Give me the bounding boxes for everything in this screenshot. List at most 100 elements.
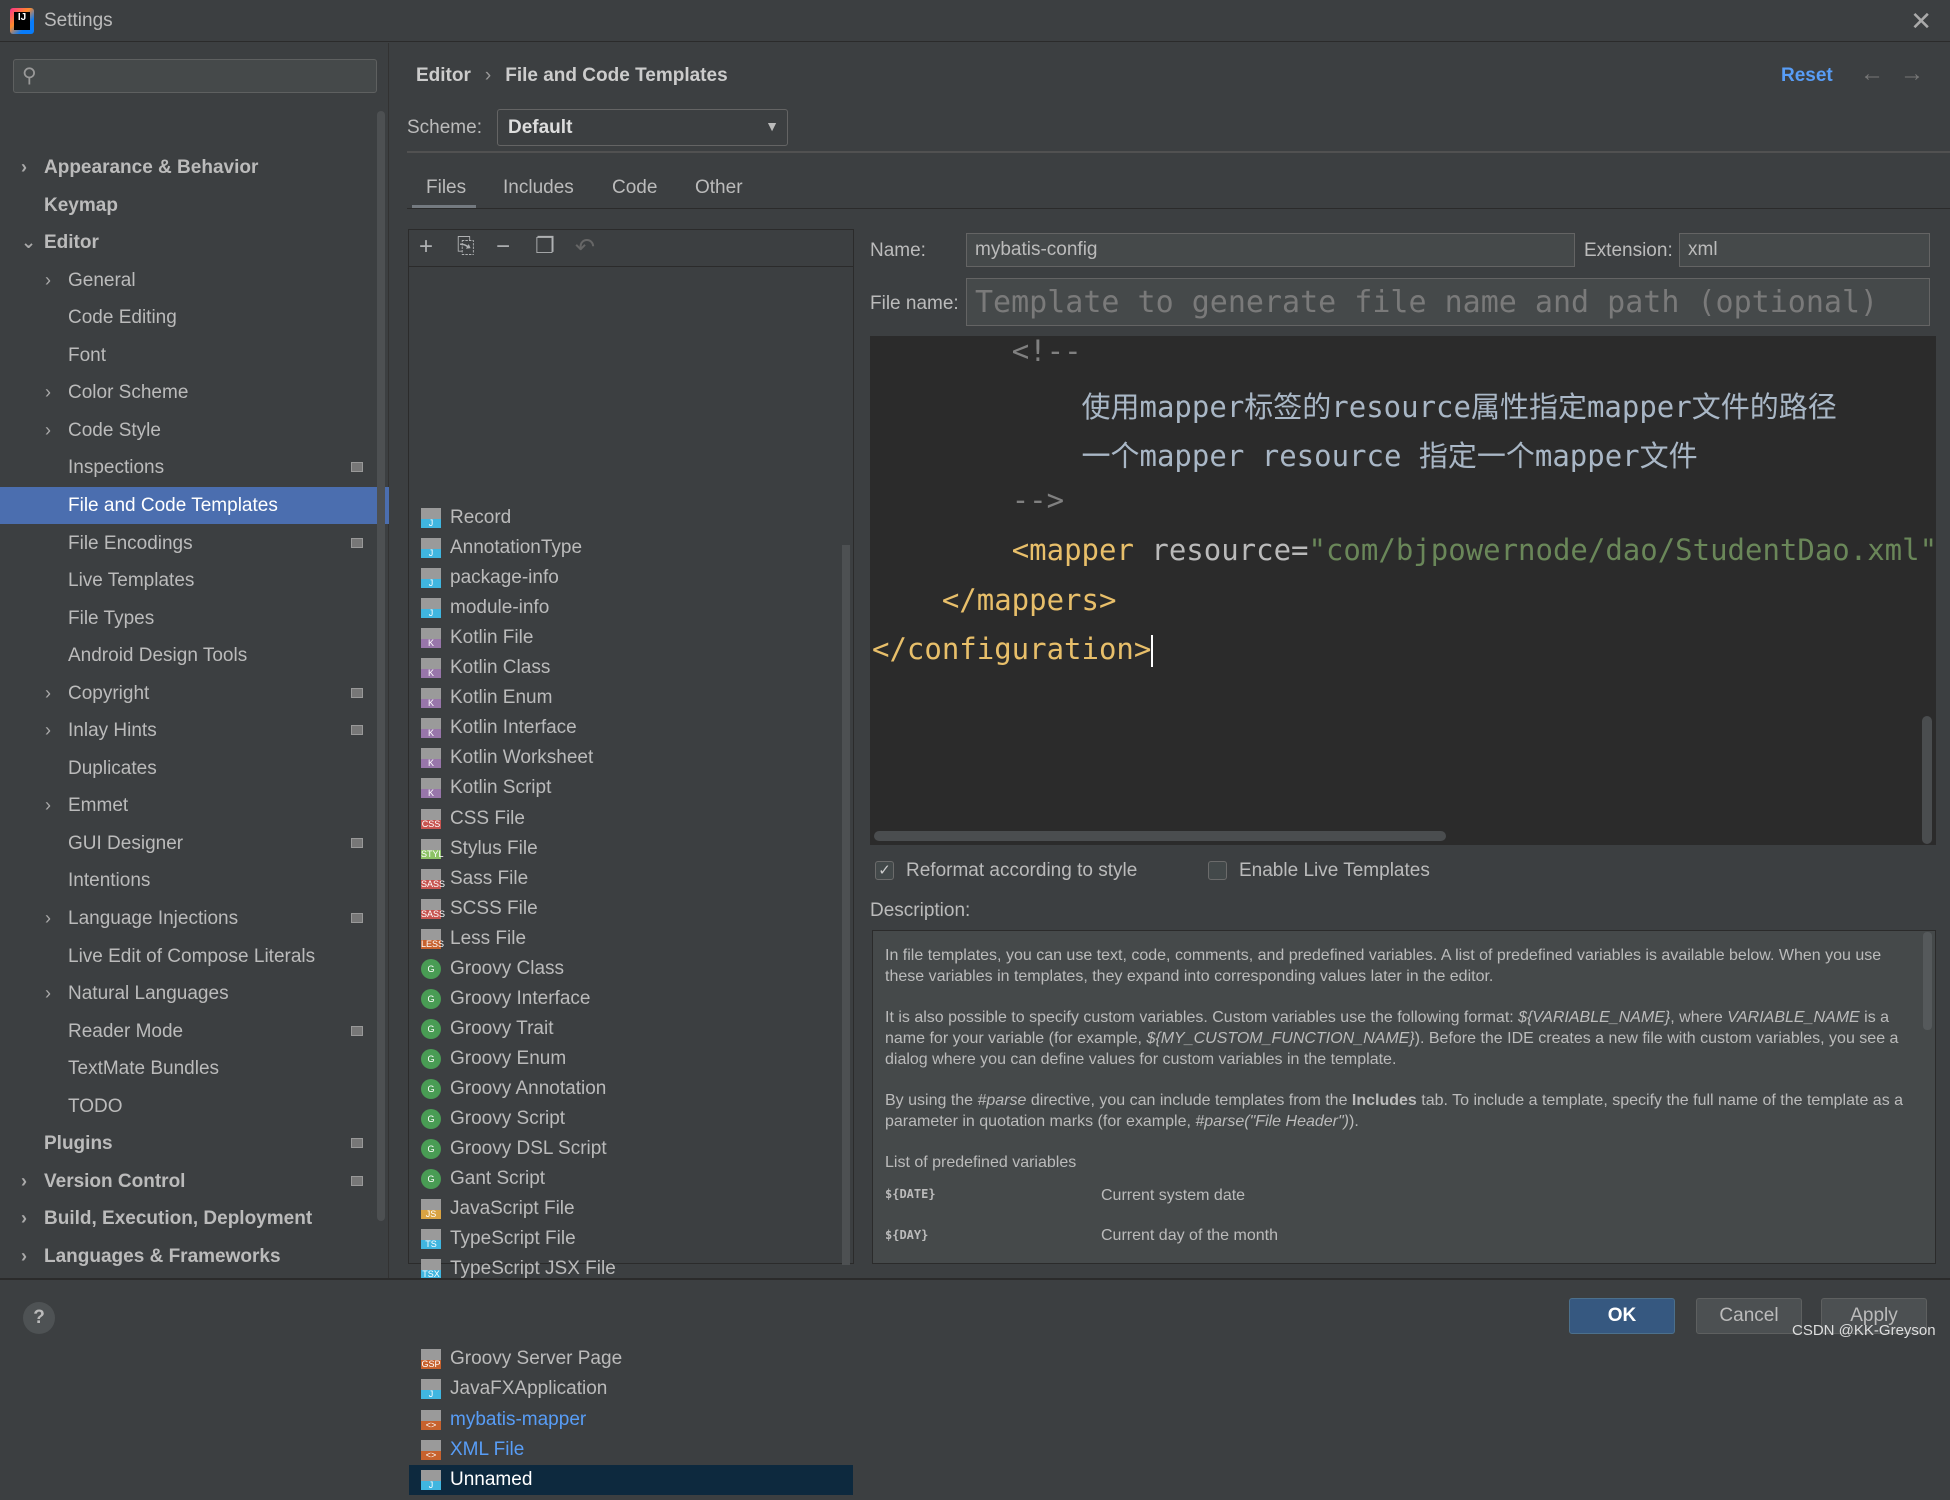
template-list-item[interactable]: G Groovy Enum: [409, 1044, 853, 1074]
add-icon[interactable]: +: [419, 233, 433, 261]
sidebar-item[interactable]: TextMate Bundles: [0, 1050, 389, 1087]
remove-icon[interactable]: −: [496, 233, 510, 261]
settings-search-input[interactable]: ⚲: [13, 59, 377, 93]
chevron-right-icon[interactable]: ›: [45, 374, 51, 411]
template-list-item[interactable]: SASS Sass File: [409, 864, 853, 894]
template-list-item[interactable]: LESS Less File: [409, 924, 853, 954]
sidebar-item[interactable]: › Inlay Hints: [0, 712, 389, 749]
sidebar-scrollbar[interactable]: [377, 111, 385, 1221]
sidebar-item[interactable]: Live Templates: [0, 562, 389, 599]
sidebar-item[interactable]: Intentions: [0, 862, 389, 899]
sidebar-item[interactable]: Live Edit of Compose Literals: [0, 938, 389, 975]
sidebar-item[interactable]: Font: [0, 337, 389, 374]
template-list-item[interactable]: K Kotlin Class: [409, 653, 853, 683]
sidebar-item[interactable]: › Emmet: [0, 787, 389, 824]
template-list-item[interactable]: K Kotlin Script: [409, 773, 853, 803]
chevron-right-icon[interactable]: ›: [45, 712, 51, 749]
close-icon[interactable]: ✕: [1910, 6, 1932, 37]
template-list-item[interactable]: J AnnotationType: [409, 533, 853, 563]
template-list-item[interactable]: K Kotlin Worksheet: [409, 743, 853, 773]
template-list-item[interactable]: CSS CSS File: [409, 804, 853, 834]
template-list-item[interactable]: G Groovy Annotation: [409, 1074, 853, 1104]
chevron-right-icon[interactable]: ›: [45, 262, 51, 299]
sidebar-item[interactable]: › Language Injections: [0, 900, 389, 937]
sidebar-item[interactable]: Code Editing: [0, 299, 389, 336]
chevron-right-icon[interactable]: ›: [21, 1238, 27, 1275]
sidebar-item[interactable]: Android Design Tools: [0, 637, 389, 674]
reformat-checkbox[interactable]: ✓: [875, 861, 894, 880]
template-list-item[interactable]: <> mybatis-mapper: [409, 1405, 853, 1435]
extension-input[interactable]: [1679, 233, 1930, 267]
cancel-button[interactable]: Cancel: [1696, 1298, 1802, 1334]
live-templates-checkbox[interactable]: [1208, 861, 1227, 880]
template-list-item[interactable]: <> XML File: [409, 1435, 853, 1465]
template-list-item[interactable]: G Groovy DSL Script: [409, 1134, 853, 1164]
ok-button[interactable]: OK: [1569, 1298, 1675, 1334]
sidebar-item[interactable]: File Types: [0, 600, 389, 637]
chevron-down-icon[interactable]: ⌄: [21, 224, 36, 261]
template-list-item[interactable]: G Groovy Interface: [409, 984, 853, 1014]
sidebar-item[interactable]: › Appearance & Behavior: [0, 149, 389, 186]
chevron-right-icon[interactable]: ›: [45, 900, 51, 937]
back-arrow-icon[interactable]: ←: [1860, 60, 1884, 88]
sidebar-item[interactable]: GUI Designer: [0, 825, 389, 862]
chevron-right-icon[interactable]: ›: [21, 1200, 27, 1237]
template-list-item[interactable]: K Kotlin Interface: [409, 713, 853, 743]
tab-code[interactable]: Code: [612, 177, 657, 209]
template-list-item[interactable]: G Groovy Trait: [409, 1014, 853, 1044]
template-code-editor[interactable]: <!-- 使用mapper标签的resource属性指定mapper文件的路径 …: [870, 336, 1936, 845]
editor-horizontal-scrollbar[interactable]: [874, 831, 1446, 841]
chevron-right-icon[interactable]: ›: [45, 675, 51, 712]
sidebar-item[interactable]: Plugins: [0, 1125, 389, 1162]
template-list-item[interactable]: TS TypeScript File: [409, 1224, 853, 1254]
sidebar-item[interactable]: › Natural Languages: [0, 975, 389, 1012]
create-child-icon[interactable]: ⎘: [457, 233, 475, 259]
reset-icon[interactable]: ↶: [575, 233, 595, 262]
sidebar-item[interactable]: › Color Scheme: [0, 374, 389, 411]
chevron-right-icon[interactable]: ›: [21, 1163, 27, 1200]
tab-files[interactable]: Files: [412, 177, 476, 209]
template-list-item[interactable]: K Kotlin Enum: [409, 683, 853, 713]
template-list-item[interactable]: G Groovy Script: [409, 1104, 853, 1134]
list-scrollbar[interactable]: [842, 545, 850, 1265]
template-list-item[interactable]: G Groovy Class: [409, 954, 853, 984]
chevron-right-icon[interactable]: ›: [45, 787, 51, 824]
sidebar-item[interactable]: › Code Style: [0, 412, 389, 449]
sidebar-item[interactable]: Duplicates: [0, 750, 389, 787]
forward-arrow-icon[interactable]: →: [1900, 60, 1924, 88]
template-list-item[interactable]: Jpackage-info: [409, 563, 853, 593]
sidebar-item[interactable]: File and Code Templates: [0, 486, 389, 524]
sidebar-item[interactable]: File Encodings: [0, 525, 389, 562]
tab-includes[interactable]: Includes: [503, 177, 574, 209]
sidebar-item[interactable]: Reader Mode: [0, 1013, 389, 1050]
editor-vertical-scrollbar[interactable]: [1922, 716, 1932, 844]
template-list-item[interactable]: J JavaFXApplication: [409, 1374, 853, 1404]
breadcrumb-editor[interactable]: Editor: [416, 65, 471, 86]
tab-other[interactable]: Other: [695, 177, 743, 209]
file-name-input[interactable]: [966, 278, 1930, 326]
template-list-item[interactable]: J Unnamed: [409, 1464, 853, 1495]
sidebar-item[interactable]: › Build, Execution, Deployment: [0, 1200, 389, 1237]
name-input[interactable]: [966, 233, 1575, 267]
help-button[interactable]: ?: [23, 1302, 55, 1334]
template-list-item[interactable]: STYL Stylus File: [409, 834, 853, 864]
chevron-right-icon[interactable]: ›: [45, 975, 51, 1012]
template-list-item[interactable]: SASS SCSS File: [409, 894, 853, 924]
sidebar-item[interactable]: Keymap: [0, 187, 389, 224]
reset-link[interactable]: Reset: [1781, 65, 1833, 87]
template-list-item[interactable]: J Record: [409, 503, 853, 533]
sidebar-item[interactable]: › Languages & Frameworks: [0, 1238, 389, 1275]
sidebar-item[interactable]: Inspections: [0, 449, 389, 486]
copy-icon[interactable]: ❐: [535, 233, 555, 259]
sidebar-item[interactable]: ⌄ Editor: [0, 224, 389, 261]
scheme-dropdown[interactable]: Default ▼: [497, 109, 788, 146]
sidebar-item[interactable]: › Copyright: [0, 675, 389, 712]
template-list-item[interactable]: K Kotlin File: [409, 623, 853, 653]
sidebar-item[interactable]: › Version Control: [0, 1163, 389, 1200]
sidebar-item[interactable]: › General: [0, 262, 389, 299]
template-list-item[interactable]: JS JavaScript File: [409, 1194, 853, 1224]
sidebar-item[interactable]: TODO: [0, 1088, 389, 1125]
chevron-right-icon[interactable]: ›: [21, 149, 27, 186]
chevron-right-icon[interactable]: ›: [45, 412, 51, 449]
template-list-item[interactable]: Jmodule-info: [409, 593, 853, 623]
